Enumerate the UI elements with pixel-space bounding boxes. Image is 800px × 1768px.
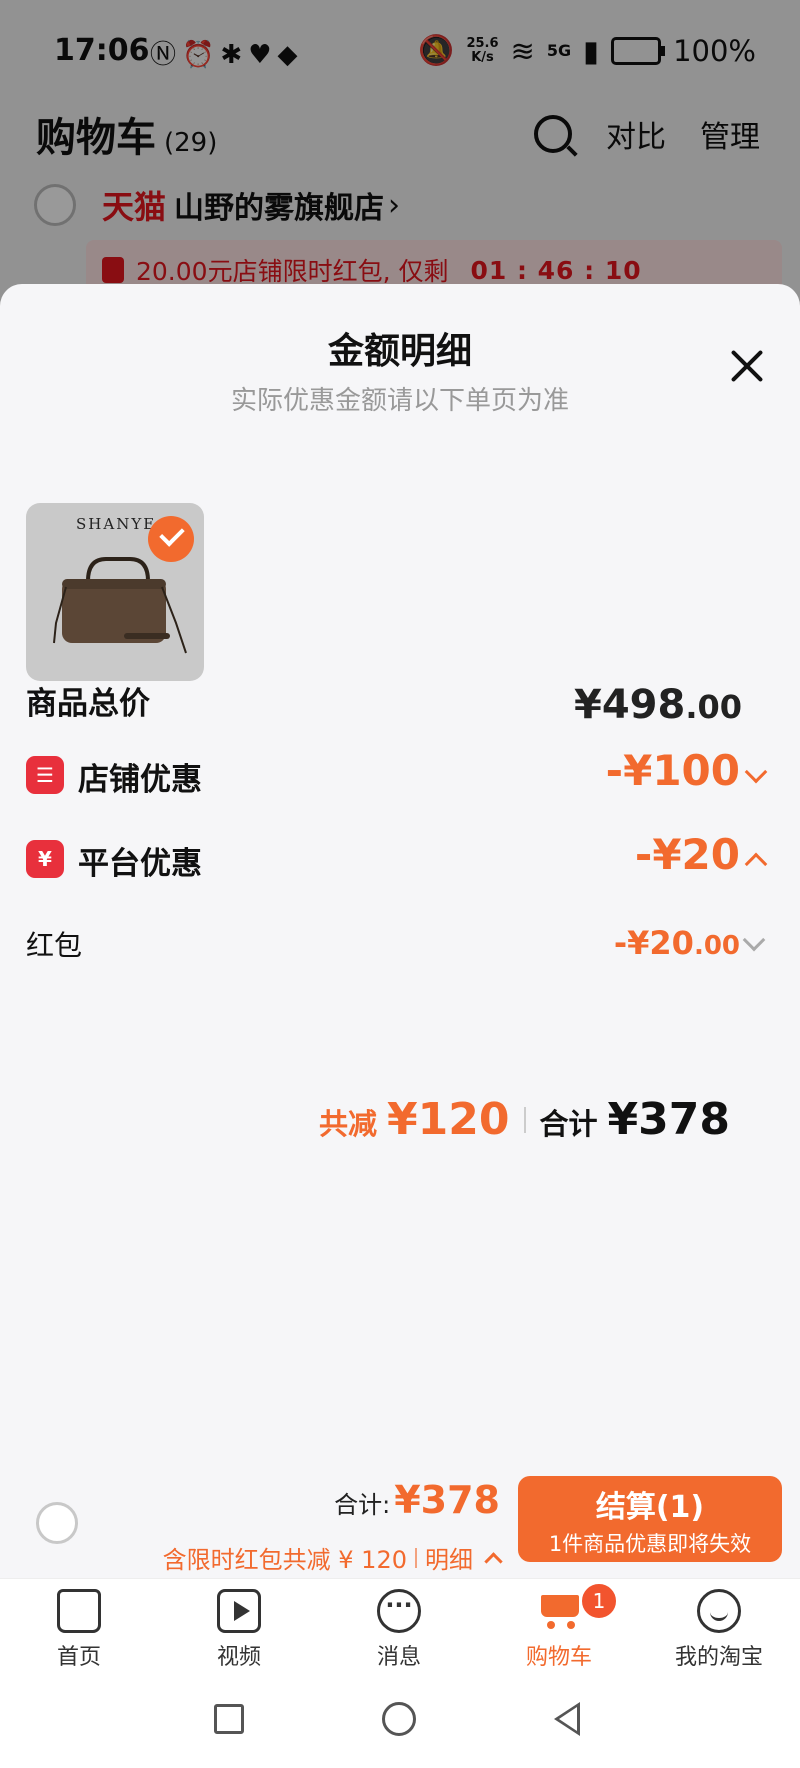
checkout-note[interactable]: 含限时红包共减 ¥ 120 明细 — [162, 1540, 503, 1575]
store-discount-icon: ☰ — [26, 756, 64, 794]
red-packet-value[interactable]: -¥20 .00 — [614, 924, 740, 962]
bottom-tab-bar: 首页 视频 ··· 消息 购物车 我的淘宝 — [0, 1578, 800, 1675]
checkout-note-text: 含限时红包共减 ¥ 120 — [162, 1546, 407, 1574]
back-icon[interactable] — [554, 1702, 580, 1736]
sheet-subtitle: 实际优惠金额请以下单页为准 — [230, 386, 569, 416]
checkout-button-label: 结算(1) — [595, 1490, 705, 1525]
red-packet-label: 红包 — [26, 929, 83, 962]
cart-badge: 1 — [580, 1582, 618, 1620]
detail-link[interactable]: 明细 — [425, 1540, 473, 1575]
chevron-down-icon[interactable] — [742, 928, 766, 952]
total-price-value: ¥498 .00 — [574, 682, 742, 728]
total-price-label: 商品总价 — [26, 686, 150, 722]
checkout-total-label: 合计: — [334, 1491, 391, 1519]
close-icon[interactable] — [728, 348, 764, 384]
sum-label: 合计 — [539, 1107, 598, 1141]
red-packet-main: -¥20 — [613, 924, 694, 962]
checkout-button-sub: 1件商品优惠即将失效 — [548, 1532, 752, 1556]
tab-home[interactable]: 首页 — [19, 1589, 139, 1671]
recent-apps-icon[interactable] — [214, 1704, 244, 1734]
home-button-icon[interactable] — [382, 1702, 416, 1736]
tab-home-label: 首页 — [56, 1645, 101, 1670]
tab-messages[interactable]: ··· 消息 — [339, 1589, 459, 1671]
checkout-button[interactable]: 结算(1) 1件商品优惠即将失效 — [518, 1476, 782, 1562]
divider — [415, 1547, 417, 1568]
platform-discount-value[interactable]: -¥20 — [635, 830, 740, 879]
platform-discount-icon: ¥ — [26, 840, 64, 878]
divider — [523, 1106, 526, 1133]
discount-summary: 共减 ¥120 合计 ¥378 — [319, 1094, 730, 1145]
system-nav-bar — [0, 1674, 800, 1768]
tab-messages-label: 消息 — [376, 1645, 421, 1670]
message-icon: ··· — [377, 1589, 421, 1633]
sum-amount: ¥378 — [607, 1094, 730, 1145]
total-price-decimal: .00 — [685, 688, 742, 726]
chevron-up-icon[interactable] — [484, 1552, 503, 1571]
store-discount-label: 店铺优惠 — [78, 762, 202, 798]
store-discount-value[interactable]: -¥100 — [606, 746, 740, 795]
sheet-title: 金额明细 — [327, 331, 472, 372]
checkout-bar: 合计: ¥378 含限时红包共减 ¥ 120 明细 结算(1) 1件商品优惠即将… — [0, 1458, 800, 1578]
save-label: 共减 — [319, 1107, 378, 1141]
red-packet-decimal: .00 — [693, 931, 740, 961]
checkout-total-amount: ¥378 — [394, 1478, 500, 1522]
video-icon — [217, 1589, 261, 1633]
save-amount: ¥120 — [387, 1094, 510, 1145]
platform-discount-label: 平台优惠 — [78, 846, 202, 882]
chevron-up-icon[interactable] — [744, 852, 768, 876]
select-all-radio[interactable] — [36, 1502, 78, 1544]
checkout-total: 合计: ¥378 — [334, 1478, 500, 1522]
chevron-down-icon[interactable] — [744, 760, 768, 784]
cart-icon — [537, 1589, 581, 1633]
tab-my-taobao[interactable]: 我的淘宝 — [659, 1589, 779, 1671]
tab-cart-label: 购物车 — [525, 1645, 592, 1670]
tab-video-label: 视频 — [216, 1645, 261, 1670]
selected-check-icon[interactable] — [148, 516, 194, 562]
home-icon — [57, 1589, 101, 1633]
profile-icon — [697, 1589, 741, 1633]
tab-video[interactable]: 视频 — [179, 1589, 299, 1671]
total-price-main: ¥498 — [573, 682, 686, 728]
tab-my-taobao-label: 我的淘宝 — [674, 1645, 763, 1670]
product-brand: SHANYE — [76, 515, 157, 533]
